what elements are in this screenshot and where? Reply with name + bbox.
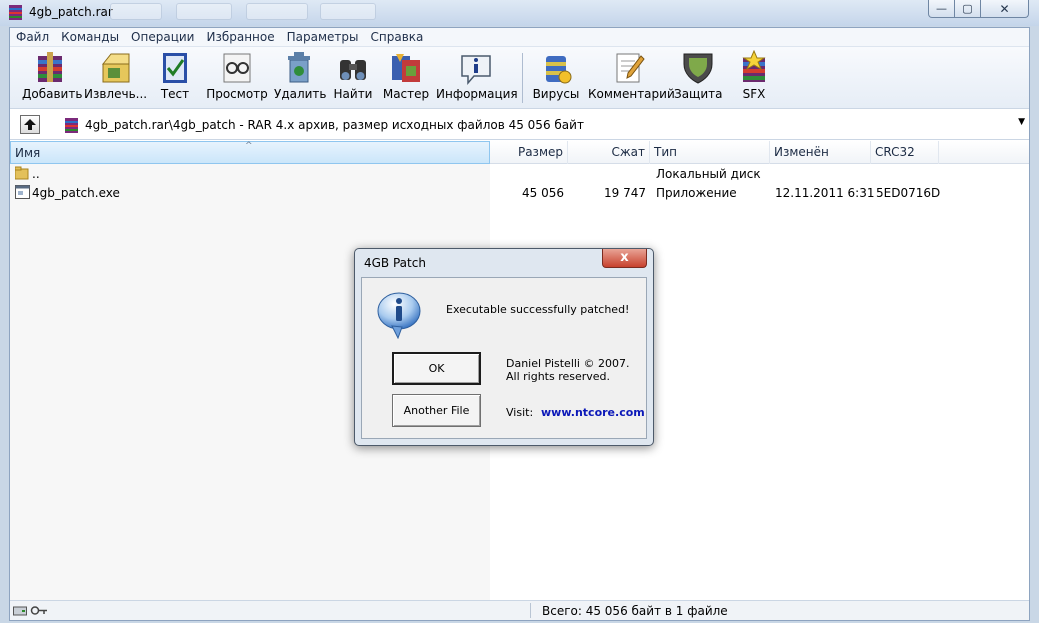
file-list-header: Имя ^ Размер Сжат Тип Изменён CRC32 [10,141,1029,164]
ok-button[interactable]: OK [392,352,481,385]
title-bar: 4gb_patch.rar — ▢ ✕ [0,0,1039,26]
minimize-button[interactable]: — [928,0,955,18]
file-packed: 19 747 [604,186,646,200]
status-summary: Всего: 45 056 байт в 1 файле [542,604,728,618]
dialog-title: 4GB Patch [364,256,426,270]
winrar-icon [9,5,22,20]
sfx-icon [742,50,766,82]
find-button[interactable]: Найти [332,50,374,106]
toolbar-separator [522,53,523,103]
dialog-message: Executable successfully patched! [446,303,630,316]
background-tab [320,3,376,20]
file-name: .. [32,167,40,181]
dialog-close-button[interactable]: x [602,249,647,268]
add-archive-icon [38,52,62,82]
sfx-button[interactable]: SFX [730,50,778,106]
view-icon [223,53,251,83]
website-link[interactable]: www.ntcore.com [541,406,645,419]
background-tab [246,3,308,20]
background-tab [110,3,162,20]
wizard-icon [392,54,420,82]
file-type: Приложение [656,186,737,200]
column-modified[interactable]: Изменён [770,141,871,164]
wizard-button[interactable]: Мастер [382,50,430,106]
menu-help[interactable]: Справка [365,28,430,46]
column-packed[interactable]: Сжат [568,141,650,164]
maximize-button[interactable]: ▢ [955,0,981,18]
sort-ascending-icon: ^ [245,141,253,151]
close-button[interactable]: ✕ [981,0,1029,18]
key-icon[interactable] [30,604,48,617]
view-button[interactable]: Просмотр [206,50,268,106]
delete-button[interactable]: Удалить [274,50,327,106]
address-dropdown-icon[interactable]: ▼ [1018,117,1025,127]
dialog-body: Executable successfully patched! OK Anot… [361,277,647,439]
column-type[interactable]: Тип [650,141,770,164]
status-bar: Всего: 45 056 байт в 1 файле [10,600,1029,620]
delete-icon [288,52,310,83]
extract-icon [101,53,130,83]
parent-folder-icon [15,166,29,180]
protect-icon [683,53,713,84]
drive-icon [13,606,27,616]
archive-icon [65,118,78,133]
protect-button[interactable]: Защита [674,50,723,106]
copyright-text: Daniel Pistelli © 2007. All rights reser… [506,357,630,383]
comment-button[interactable]: Комментарий [588,50,675,106]
list-item[interactable]: .. Локальный диск [10,164,1029,183]
address-bar[interactable]: 4gb_patch.rar\4gb_patch - RAR 4.x архив,… [10,110,1029,140]
menu-commands[interactable]: Команды [55,28,125,46]
find-icon [340,60,366,80]
add-button[interactable]: Добавить [22,50,82,106]
menu-bar: Файл Команды Операции Избранное Параметр… [10,28,1029,47]
file-size: 45 056 [522,186,564,200]
exe-file-icon [15,185,30,199]
up-folder-button[interactable] [20,115,40,134]
file-type: Локальный диск [656,167,761,181]
toolbar: Добавить Извлечь... Тест Просмотр Удалит… [10,47,1029,109]
menu-favorites[interactable]: Избранное [200,28,280,46]
menu-options[interactable]: Параметры [281,28,365,46]
comment-icon [616,53,645,83]
info-icon [377,292,421,339]
test-icon [163,53,187,83]
virus-scan-button[interactable]: Вирусы [530,50,582,106]
file-name: 4gb_patch.exe [32,186,120,200]
file-modified: 12.11.2011 6:31 [775,186,875,200]
visit-label: Visit: [506,406,534,419]
window-title: 4gb_patch.rar [29,5,113,19]
patch-dialog: 4GB Patch x Executable successfully patc… [354,248,654,446]
address-path: 4gb_patch.rar\4gb_patch - RAR 4.x архив,… [85,118,584,132]
menu-operations[interactable]: Операции [125,28,200,46]
column-name[interactable]: Имя ^ [10,141,490,164]
list-item[interactable]: 4gb_patch.exe 45 056 19 747 Приложение 1… [10,183,1029,202]
menu-file[interactable]: Файл [10,28,55,46]
test-button[interactable]: Тест [152,50,198,106]
extract-button[interactable]: Извлечь... [84,50,147,106]
background-tab [176,3,232,20]
column-size[interactable]: Размер [491,141,568,164]
file-crc: 5ED0716D [876,186,941,200]
another-file-button[interactable]: Another File [392,394,481,427]
column-crc[interactable]: CRC32 [871,141,939,164]
virus-scan-icon [546,56,572,84]
window-controls: — ▢ ✕ [928,0,1029,18]
info-icon [461,55,491,86]
info-button[interactable]: Информация [436,50,518,106]
up-arrow-icon [24,119,36,130]
